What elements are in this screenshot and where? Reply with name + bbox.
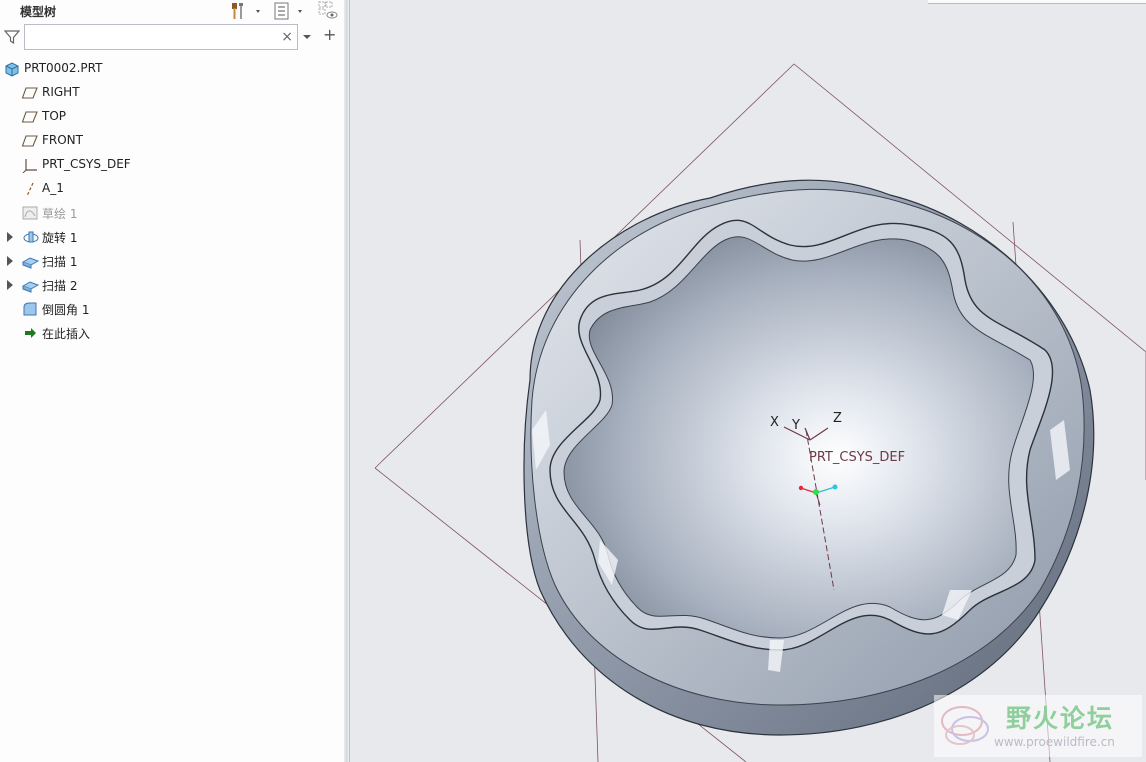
tree-item-label: FRONT [42,133,83,147]
csys-axis-z: Z [833,411,842,426]
tree-item-label: RIGHT [42,85,80,99]
datum-plane-icon [21,109,38,125]
csys-icon [22,157,38,174]
tree-item[interactable]: 在此插入 [0,321,344,345]
expand-arrow-icon[interactable] [7,256,13,266]
show-options-button[interactable] [272,1,308,21]
watermark-url: www.proewildfire.cn [994,735,1115,749]
tree-item-label: 在此插入 [42,327,91,341]
graphics-window[interactable]: X Y Z PRT_CSYS_DEF 野火论坛 www.proewildfire… [350,0,1146,762]
expand-arrow-icon[interactable] [7,280,13,290]
sweep-icon [21,253,40,269]
tree-item-label: TOP [42,109,67,123]
tree-item-label: 扫描 2 [42,279,78,293]
model-tree-header: 模型树 [0,0,344,22]
datum-plane-icon [21,133,38,149]
watermark-logo-icon [941,706,989,745]
add-icon[interactable]: + [323,26,336,44]
model-tree: PRT0002.PRT RIGHT TOP FRONT PRT_CSYS_DEF A_1 草… [0,57,344,345]
csys-label: PRT_CSYS_DEF [809,450,905,465]
expand-arrow-icon[interactable] [7,232,13,242]
csys-axis-x: X [770,415,779,430]
list-icon [274,2,302,20]
datum-plane-icon [21,85,38,101]
part-icon [4,61,20,77]
tree-item[interactable]: 草绘 1 [0,201,344,225]
axis-icon [22,181,38,197]
watermark: 野火论坛 www.proewildfire.cn [934,695,1142,757]
tree-item-label: A_1 [42,181,64,195]
tree-item[interactable]: PRT0002.PRT [0,57,344,81]
layers-eye-icon [318,1,338,19]
tree-item-label: 扫描 1 [42,255,78,269]
tree-item-label: 草绘 1 [42,207,78,221]
search-input[interactable] [29,28,283,48]
tree-item[interactable]: RIGHT [0,81,344,105]
watermark-title: 野火论坛 [1006,704,1115,733]
tree-item[interactable]: 扫描 1 [0,249,344,273]
panel-title: 模型树 [20,5,57,19]
tree-item-label: PRT_CSYS_DEF [42,157,131,171]
sweep-icon [21,277,40,293]
round-icon [22,301,38,317]
sketch-icon [22,205,38,221]
settings-tools-button[interactable] [230,1,264,21]
model-view: X Y Z PRT_CSYS_DEF [374,63,1146,762]
layer-toggle-button[interactable] [318,1,340,21]
tree-item-label: PRT0002.PRT [24,61,103,75]
search-box: × [24,24,298,50]
tree-item[interactable]: PRT_CSYS_DEF [0,153,344,177]
revolve-icon [22,229,39,245]
tools-icon [232,3,260,19]
clear-icon[interactable]: × [281,27,293,47]
tree-item[interactable]: 倒圆角 1 [0,297,344,321]
insert-here-arrow-icon [22,325,38,341]
tree-item[interactable]: 扫描 2 [0,273,344,297]
model-tree-panel: 模型树 × + PRT0002.PRT RIGHT TOP FRONT PRT_… [0,0,344,762]
tree-item-label: 旋转 1 [42,231,78,245]
tree-item[interactable]: FRONT [0,129,344,153]
filter-row: × + [0,23,344,53]
tree-item[interactable]: A_1 [0,177,344,201]
chevron-down-icon[interactable] [302,31,312,45]
csys-axis-y: Y [791,418,800,433]
filter-icon[interactable] [3,29,21,48]
tree-item[interactable]: TOP [0,105,344,129]
tree-item-label: 倒圆角 1 [42,303,90,317]
tree-item[interactable]: 旋转 1 [0,225,344,249]
